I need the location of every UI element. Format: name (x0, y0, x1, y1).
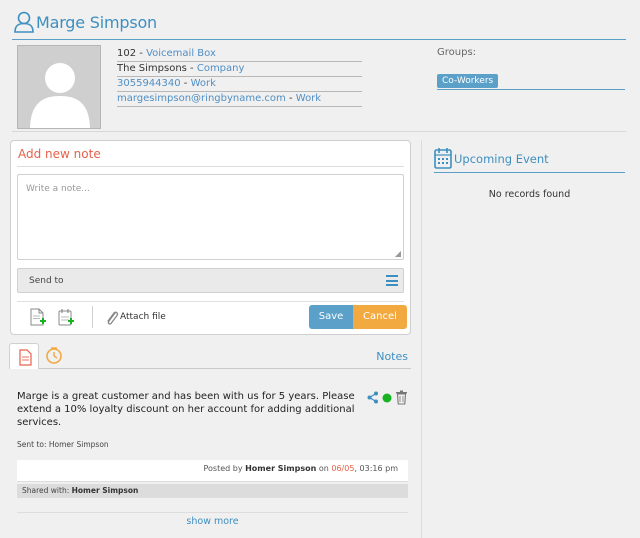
shared-with: Shared with: Homer Simpson (17, 484, 408, 498)
phone-label: Work (190, 78, 216, 89)
posted-by-name: Homer Simpson (245, 464, 317, 473)
attach-file-label[interactable]: Attach file (120, 312, 166, 322)
show-more-row: show more (17, 512, 408, 527)
add-document-icon[interactable] (29, 308, 47, 328)
tabs-divider (39, 368, 411, 369)
note-textarea[interactable]: Write a note... ◢ (17, 174, 404, 260)
cancel-button[interactable]: Cancel (353, 305, 407, 329)
add-note-title: Add new note (17, 147, 404, 167)
shared-name: Homer Simpson (71, 486, 139, 495)
contact-details: 102 - Voicemail Box The Simpsons - Compa… (117, 47, 362, 107)
separator: - (285, 93, 296, 104)
send-to-select[interactable]: Send to (17, 268, 404, 293)
toolbar-divider (92, 306, 93, 328)
trash-icon[interactable] (395, 390, 408, 405)
add-event-icon[interactable] (57, 308, 75, 328)
contact-detail-voicemail: 102 - Voicemail Box (117, 47, 362, 62)
send-to-label: Send to (29, 276, 64, 286)
share-icon[interactable] (367, 391, 379, 404)
contact-name: Marge Simpson (36, 13, 158, 32)
menu-icon[interactable] (386, 275, 398, 286)
avatar (17, 45, 101, 129)
tab-reminders[interactable] (42, 345, 66, 367)
user-icon (14, 11, 34, 33)
note-body: Marge is a great customer and has been w… (17, 391, 355, 428)
note-placeholder: Write a note... (26, 184, 90, 194)
calendar-icon (434, 148, 452, 169)
save-button[interactable]: Save (309, 305, 353, 329)
group-badge[interactable]: Co-Workers (437, 74, 499, 88)
posted-time: , 03:16 pm (354, 464, 398, 473)
posted-info: Posted by Homer Simpson on 06/05, 03:16 … (17, 460, 408, 482)
contact-header: Marge Simpson (12, 8, 626, 40)
document-icon (19, 349, 32, 366)
contact-detail-email: margesimpson@ringbyname.com - Work (117, 92, 362, 107)
separator: - (180, 78, 191, 89)
add-note-panel: Add new note Write a note... ◢ Send to A… (10, 140, 411, 335)
clock-icon (46, 347, 62, 364)
groups-label: Groups: (437, 47, 477, 58)
shared-prefix: Shared with: (22, 486, 70, 495)
contact-detail-company: The Simpsons - Company (117, 62, 362, 77)
voicemail-label: Voicemail Box (146, 48, 216, 59)
company-value: The Simpsons (117, 63, 187, 74)
posted-date: 06/05 (331, 464, 355, 473)
separator: - (136, 48, 147, 59)
upcoming-empty-message: No records found (488, 189, 571, 200)
resize-handle-icon[interactable]: ◢ (395, 249, 401, 258)
column-divider (421, 140, 422, 538)
tab-notes[interactable] (9, 343, 39, 369)
upcoming-event-header: Upcoming Event (434, 147, 625, 173)
posted-prefix: Posted by (203, 464, 243, 473)
groups-list: Co-Workers (437, 65, 625, 90)
groups-section: Groups: Co-Workers (437, 47, 625, 90)
status-dot-icon (382, 393, 392, 403)
divider (12, 131, 626, 132)
note-actions (367, 390, 411, 406)
email-link[interactable]: margesimpson@ringbyname.com (117, 93, 286, 104)
separator: - (186, 63, 197, 74)
contact-detail-phone: 3055944340 - Work (117, 77, 362, 92)
default-avatar-icon (30, 63, 90, 128)
company-label: Company (196, 63, 245, 74)
sent-to-text: Sent to: Homer Simpson (17, 440, 109, 449)
posted-on: on (318, 464, 329, 473)
email-label: Work (295, 93, 322, 104)
paperclip-icon[interactable] (103, 308, 121, 328)
voicemail-value: 102 (117, 48, 137, 59)
phone-link[interactable]: 3055944340 (117, 78, 181, 89)
note-toolbar: Attach file Save Cancel (17, 301, 407, 331)
upcoming-event-title: Upcoming Event (454, 152, 549, 166)
notes-section-title: Notes (376, 350, 408, 363)
show-more-link[interactable]: show more (186, 516, 238, 527)
